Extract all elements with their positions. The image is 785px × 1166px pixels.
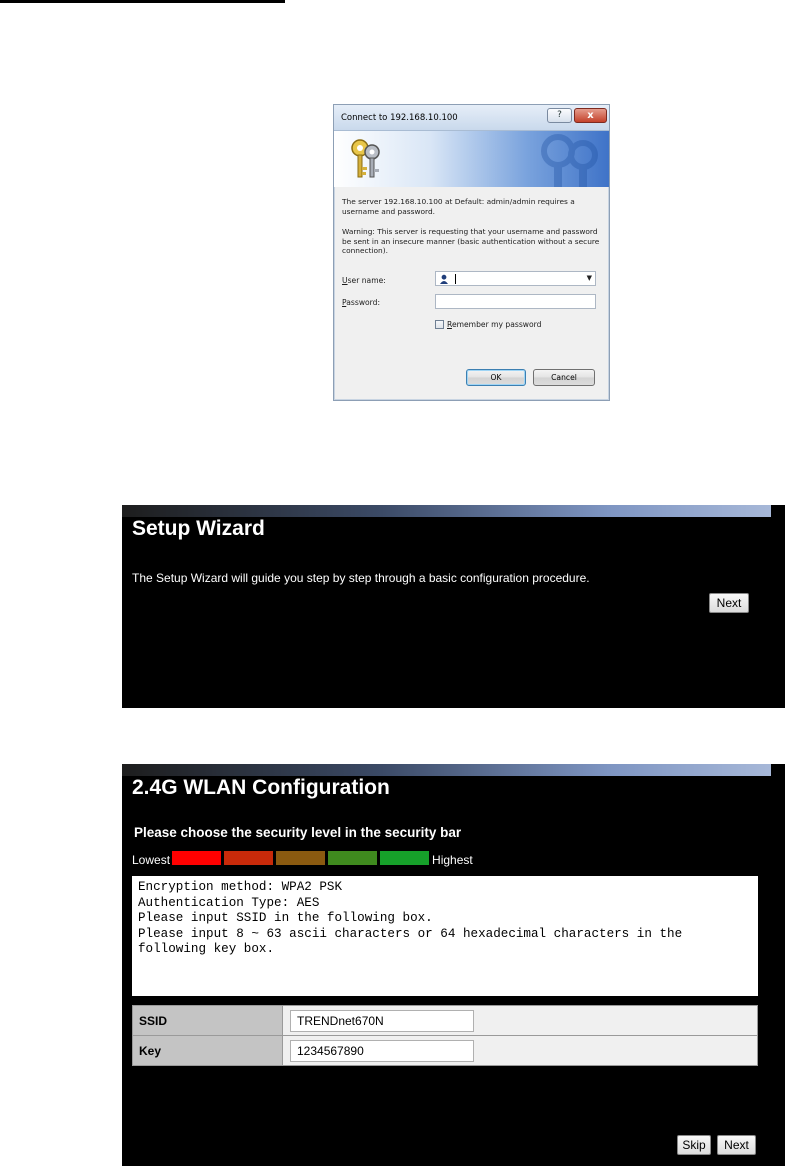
wlan-next-button[interactable]: Next: [717, 1135, 756, 1155]
dialog-titlebar: Connect to 192.168.10.100 ? x: [334, 105, 609, 131]
lowest-label: Lowest: [132, 853, 171, 867]
security-bar-row: Lowest Highest: [132, 850, 473, 867]
password-label: Password:: [342, 298, 381, 307]
keys-icon: [351, 139, 380, 178]
remember-label: Remember my password: [447, 320, 542, 329]
username-field[interactable]: ▼: [435, 271, 596, 286]
wlan-settings-table: SSID TRENDnet670N Key 1234567890: [132, 1005, 758, 1066]
encryption-info-box: Encryption method: WPA2 PSK Authenticati…: [132, 876, 758, 996]
dialog-message: The server 192.168.10.100 at Default: ad…: [342, 197, 575, 216]
wlan-config-panel: 2.4G WLAN Configuration Please choose th…: [122, 764, 785, 1166]
security-instruction: Please choose the security level in the …: [134, 825, 462, 840]
setup-wizard-panel: Setup Wizard The Setup Wizard will guide…: [122, 505, 785, 708]
panel-header-bar: [122, 764, 771, 776]
login-dialog: Connect to 192.168.10.100 ? x The server…: [333, 104, 610, 401]
security-level-4[interactable]: [328, 851, 378, 865]
ssid-cell: TRENDnet670N: [282, 1005, 758, 1036]
text-cursor: [455, 274, 456, 284]
key-cell: 1234567890: [282, 1035, 758, 1066]
keys-watermark-icon: [541, 134, 598, 187]
ssid-label: SSID: [132, 1005, 283, 1036]
chevron-down-icon[interactable]: ▼: [587, 274, 592, 282]
dialog-banner: [334, 131, 609, 187]
password-field[interactable]: [435, 294, 596, 309]
dialog-warning: Warning: This server is requesting that …: [342, 227, 600, 255]
highest-label: Highest: [432, 853, 473, 867]
user-icon: [440, 274, 448, 284]
wizard-next-button[interactable]: Next: [709, 593, 749, 613]
username-label: User name:: [342, 276, 386, 285]
table-row: Key 1234567890: [132, 1035, 758, 1066]
remember-password-option[interactable]: Remember my password: [435, 320, 541, 329]
close-button[interactable]: x: [574, 108, 607, 123]
wlan-title: 2.4G WLAN Configuration: [132, 776, 390, 799]
skip-button[interactable]: Skip: [677, 1135, 711, 1155]
security-level-2[interactable]: [224, 851, 274, 865]
wizard-title: Setup Wizard: [132, 517, 265, 540]
help-button[interactable]: ?: [547, 108, 572, 123]
wizard-description: The Setup Wizard will guide you step by …: [132, 571, 590, 585]
remember-checkbox[interactable]: [435, 320, 444, 329]
dialog-title: Connect to 192.168.10.100: [341, 113, 458, 123]
security-level-3[interactable]: [276, 851, 326, 865]
security-bar: [172, 851, 430, 865]
key-label: Key: [132, 1035, 283, 1066]
cancel-button[interactable]: Cancel: [533, 369, 595, 386]
key-input[interactable]: 1234567890: [290, 1040, 474, 1062]
table-row: SSID TRENDnet670N: [132, 1005, 758, 1036]
ssid-input[interactable]: TRENDnet670N: [290, 1010, 474, 1032]
security-level-1[interactable]: [172, 851, 222, 865]
panel-header-bar: [122, 505, 771, 517]
ok-button[interactable]: OK: [466, 369, 526, 386]
page-header-rule: [0, 0, 285, 3]
security-level-5[interactable]: [380, 851, 430, 865]
